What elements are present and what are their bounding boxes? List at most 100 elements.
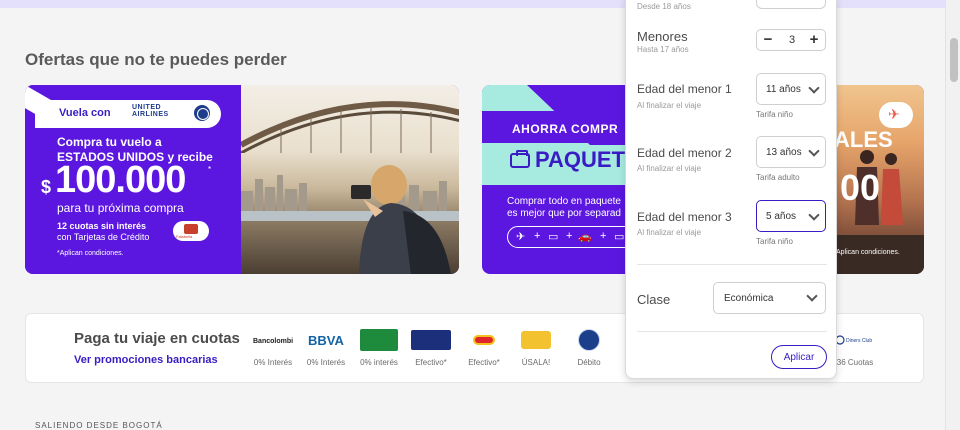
falabella-badge: Falabella xyxy=(173,221,209,241)
package-description: Comprar todo en paquete es mejor que por… xyxy=(507,196,621,220)
plane-icon: ✈ xyxy=(516,231,526,243)
bank-label: 0% Interés xyxy=(253,358,293,367)
bank-label: 0% interés xyxy=(360,358,398,367)
minors-decrement-button[interactable]: − xyxy=(759,31,777,49)
conditions-note: *Aplican condiciones. xyxy=(57,250,124,257)
bank-label: 0% Interés xyxy=(306,358,346,367)
sured-logo xyxy=(407,328,455,352)
conditions-note: Aplican condiciones. xyxy=(836,249,900,256)
plus-icon: + xyxy=(534,230,541,242)
bank-usala[interactable]: ÚSALA! xyxy=(512,328,560,367)
bank-sured[interactable]: Efectivo* xyxy=(407,328,455,367)
minors-increment-button[interactable]: + xyxy=(805,31,823,49)
united-offer-banner[interactable]: Vuela con UNITED AIRLINES Compra tu vuel… xyxy=(25,85,459,274)
class-label: Clase xyxy=(637,292,671,307)
child-age-select-2[interactable]: 13 años xyxy=(756,136,826,168)
child-fare-2: Tarifa adulto xyxy=(756,173,800,182)
paquete-heading: PAQUET xyxy=(510,147,625,173)
paquete-text: PAQUET xyxy=(535,147,626,172)
banner-photo xyxy=(241,85,459,274)
bank-popular[interactable]: 0% interés xyxy=(355,328,403,367)
minors-stepper: − 3 + xyxy=(756,29,826,51)
bank-label: Efectivo* xyxy=(415,358,447,367)
traveler-photo xyxy=(351,165,451,274)
svg-text:Bancolombia: Bancolombia xyxy=(253,338,293,345)
child-age-value-3: 5 años xyxy=(766,211,797,222)
divider xyxy=(637,331,827,332)
child-age-label-2: Edad del menor 2 xyxy=(637,146,732,160)
passengers-dropdown: Desde 18 años Menores Hasta 17 años − 3 … xyxy=(625,0,837,379)
package-icons-pill: ✈ + ▭ + 🚗 + ▭ xyxy=(507,226,637,248)
adults-stepper[interactable] xyxy=(756,0,826,9)
amount-footnote-mark: * xyxy=(208,165,212,174)
plus-icon: + xyxy=(600,230,607,242)
scrollbar-thumb[interactable] xyxy=(950,38,958,82)
plus-icon: + xyxy=(566,230,573,242)
ahorra-heading: AHORRA COMPR xyxy=(512,122,619,136)
installments-sub: con Tarjetas de Crédito xyxy=(57,232,150,242)
bank-label: Débito xyxy=(577,358,601,367)
minors-label: Menores xyxy=(637,29,688,44)
bank-diners[interactable]: Diners Club 36 Cuotas xyxy=(831,328,879,367)
united-airlines-logo: UNITED AIRLINES xyxy=(132,104,212,124)
bank-bbva[interactable]: BBVA 0% Interés xyxy=(302,328,350,367)
badge-text: Falabella xyxy=(176,234,193,239)
page-scrollbar[interactable] xyxy=(945,0,960,430)
bridge-illustration xyxy=(241,101,459,153)
divider xyxy=(637,264,827,265)
store-icon xyxy=(184,224,198,234)
child-age-select-1[interactable]: 11 años xyxy=(756,73,826,105)
child-age-label-3: Edad del menor 3 xyxy=(637,210,732,224)
banco-popular-logo xyxy=(355,328,403,352)
bank-pse[interactable]: Débito xyxy=(565,328,613,367)
package-text2: es mejor que por separad xyxy=(507,208,621,219)
child-age-select-3[interactable]: 5 años xyxy=(756,200,826,232)
chevron-down-icon xyxy=(808,209,820,221)
bancolombia-logo: Bancolombia xyxy=(249,328,297,352)
svg-text:Diners Club: Diners Club xyxy=(846,338,872,344)
chevron-down-icon xyxy=(806,290,818,302)
promo-heading-partial: ALES xyxy=(834,127,893,152)
section-title: Ofertas que no te puedes perder xyxy=(25,50,287,69)
adults-age-hint: Desde 18 años xyxy=(637,2,691,11)
minors-count: 3 xyxy=(788,34,796,46)
suitcase-icon xyxy=(510,150,530,168)
child-age-value-2: 13 años xyxy=(766,147,802,158)
bank-label: 36 Cuotas xyxy=(836,358,874,367)
svg-text:BBVA: BBVA xyxy=(308,333,344,347)
package-text1: Comprar todo en paquete xyxy=(507,196,621,207)
bank-promotions-link[interactable]: Ver promociones bancarias xyxy=(74,354,218,366)
airline-icon xyxy=(879,102,913,128)
hotel-icon: ▭ xyxy=(548,231,559,243)
class-value: Económica xyxy=(724,293,774,304)
child-age-hint-3: Al finalizar el viaje xyxy=(637,228,702,237)
installments-bold: 12 cuotas sin interés xyxy=(57,221,147,231)
child-age-label-1: Edad del menor 1 xyxy=(637,82,732,96)
promo-amount-partial: 00 xyxy=(840,167,881,208)
bank-bancolombia[interactable]: Bancolombia 0% Interés xyxy=(249,328,297,367)
payments-title: Paga tu viaje en cuotas xyxy=(74,330,240,347)
currency-symbol: $ xyxy=(41,177,52,197)
chevron-down-icon xyxy=(808,145,820,157)
bank-label: Efectivo* xyxy=(468,358,500,367)
child-fare-3: Tarifa niño xyxy=(756,237,793,246)
class-select[interactable]: Económica xyxy=(713,282,826,314)
installments-text: 12 cuotas sin interés con Tarjetas de Cr… xyxy=(57,221,149,243)
car-icon: 🚗 xyxy=(578,231,592,243)
vuela-con-tag: Vuela con UNITED AIRLINES xyxy=(35,100,221,128)
bank-efecty[interactable]: Efectivo* xyxy=(460,328,508,367)
child-fare-1: Tarifa niño xyxy=(756,110,793,119)
chevron-down-icon xyxy=(808,82,820,94)
ticket-icon: ▭ xyxy=(614,231,625,243)
pse-logo xyxy=(565,328,613,352)
bonus-amount: 100.000 xyxy=(55,159,186,201)
bank-label: ÚSALA! xyxy=(521,358,551,367)
headline-line1: Compra tu vuelo a xyxy=(57,135,162,149)
usala-logo xyxy=(512,328,560,352)
departures-heading: SALIENDO DESDE BOGOTÁ xyxy=(35,421,163,430)
apply-button[interactable]: Aplicar xyxy=(771,345,827,369)
child-age-hint-2: Al finalizar el viaje xyxy=(637,164,702,173)
diners-logo: Diners Club xyxy=(831,328,879,352)
globe-icon xyxy=(194,105,210,121)
minors-age-hint: Hasta 17 años xyxy=(637,45,689,54)
